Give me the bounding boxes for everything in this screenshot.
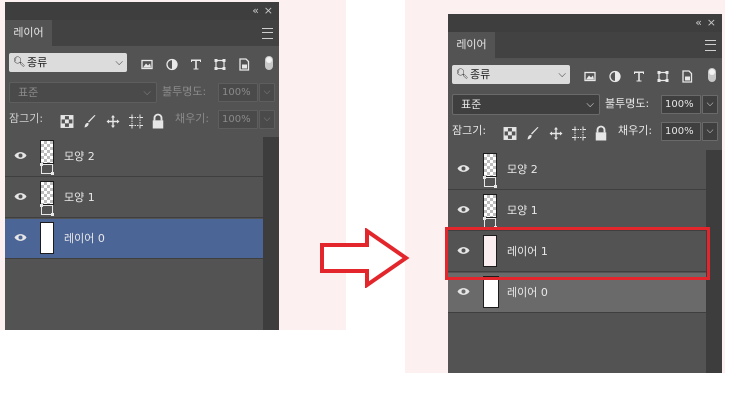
layer-row-shape-2[interactable]: 모양 2 xyxy=(5,137,263,177)
layers-panel-after: « × 레이어 🔍︎ 종류 ⌵ 표준 ⌵ 불투명도: 100% ⌵ 잠그기: 채… xyxy=(448,14,722,373)
type-filter-icon[interactable] xyxy=(632,67,646,86)
lock-move-icon[interactable] xyxy=(106,112,120,131)
shape-vector-badge-icon xyxy=(40,204,54,216)
fill-field[interactable]: 100% xyxy=(218,110,258,129)
chevron-down-icon: ⌵ xyxy=(115,57,123,68)
visibility-eye-icon[interactable] xyxy=(457,164,470,173)
layer-name[interactable]: 모양 1 xyxy=(507,191,538,231)
visibility-eye-icon[interactable] xyxy=(457,205,470,214)
tab-layers[interactable]: 레이어 xyxy=(448,32,495,58)
filter-toggle-icon[interactable] xyxy=(265,56,273,70)
layer-row-shape-2[interactable]: 모양 2 xyxy=(448,150,706,190)
layer-row-shape-1[interactable]: 모양 1 xyxy=(5,178,263,218)
layer-list: 모양 2 모양 1 레이어 0 xyxy=(5,137,263,330)
shape-vector-badge-icon xyxy=(40,163,54,175)
layer-name[interactable]: 모양 1 xyxy=(64,178,95,218)
smartobject-filter-icon[interactable] xyxy=(680,67,694,86)
layer-thumbnail xyxy=(40,181,54,205)
chevron-down-icon: ⌵ xyxy=(143,87,151,98)
fill-dropdown[interactable]: ⌵ xyxy=(259,110,275,129)
filter-type-select[interactable]: 🔍︎ 종류 ⌵ xyxy=(452,65,570,84)
collapse-icon[interactable]: « xyxy=(695,15,702,31)
search-icon: 🔍︎ xyxy=(13,57,26,68)
blend-mode-select[interactable]: 표준 ⌵ xyxy=(9,82,157,103)
collapse-icon[interactable]: « xyxy=(252,3,259,19)
lock-artboard-icon[interactable] xyxy=(129,112,143,131)
panel-menu-icon[interactable] xyxy=(705,40,716,51)
visibility-eye-icon[interactable] xyxy=(14,233,27,242)
type-filter-icon[interactable] xyxy=(189,55,203,74)
fill-label: 채우기: xyxy=(618,124,653,137)
visibility-eye-icon[interactable] xyxy=(457,287,470,296)
blend-mode-label: 표준 xyxy=(18,86,39,99)
image-filter-icon[interactable] xyxy=(140,55,154,74)
shape-vector-badge-icon xyxy=(483,176,497,188)
layer-row-shape-1[interactable]: 모양 1 xyxy=(448,191,706,231)
smartobject-filter-icon[interactable] xyxy=(237,55,251,74)
layers-panel-before: « × 레이어 🔍︎ 종류 ⌵ 표준 ⌵ 불투명도: 100% ⌵ 잠그기: 채… xyxy=(5,2,279,330)
new-layer-highlight-box xyxy=(445,227,710,280)
adjustment-filter-icon[interactable] xyxy=(165,55,179,74)
panel-top-strip: « × xyxy=(5,2,279,20)
tab-bar: 레이어 xyxy=(5,20,279,46)
layer-thumbnail xyxy=(40,222,54,254)
lock-paint-icon[interactable] xyxy=(83,112,97,131)
filter-toggle-icon[interactable] xyxy=(708,68,716,82)
visibility-eye-icon[interactable] xyxy=(14,151,27,160)
chevron-down-icon: ⌵ xyxy=(586,99,594,110)
panel-top-strip: « × xyxy=(448,14,722,32)
close-icon[interactable]: × xyxy=(264,3,273,19)
adjustment-filter-icon[interactable] xyxy=(608,67,622,86)
opacity-dropdown[interactable]: ⌵ xyxy=(259,83,275,102)
chevron-down-icon: ⌵ xyxy=(558,69,566,80)
close-icon[interactable]: × xyxy=(707,15,716,31)
fill-dropdown[interactable]: ⌵ xyxy=(702,122,718,141)
shape-filter-icon[interactable] xyxy=(656,67,670,86)
panel-menu-icon[interactable] xyxy=(262,28,273,39)
opacity-dropdown[interactable]: ⌵ xyxy=(702,95,718,114)
transition-arrow-icon xyxy=(320,228,410,288)
visibility-eye-icon[interactable] xyxy=(14,192,27,201)
filter-type-label: 종류 xyxy=(27,56,48,69)
search-icon: 🔍︎ xyxy=(456,69,469,80)
layer-thumbnail xyxy=(483,276,499,308)
lock-artboard-icon[interactable] xyxy=(572,124,586,143)
opacity-label: 불투명도: xyxy=(605,97,650,110)
lock-move-icon[interactable] xyxy=(549,124,563,143)
filter-type-label: 종류 xyxy=(470,68,491,81)
layer-list-scrollbar[interactable] xyxy=(263,137,279,330)
lock-label: 잠그기: xyxy=(9,112,44,125)
lock-transparent-icon[interactable] xyxy=(503,124,517,143)
layer-name[interactable]: 레이어 0 xyxy=(64,219,105,259)
lock-all-icon[interactable] xyxy=(594,124,608,143)
lock-all-icon[interactable] xyxy=(151,112,165,131)
tab-bar: 레이어 xyxy=(448,32,722,58)
lock-label: 잠그기: xyxy=(452,124,487,137)
fill-label: 채우기: xyxy=(175,112,210,125)
opacity-label: 불투명도: xyxy=(162,85,207,98)
image-filter-icon[interactable] xyxy=(583,67,597,86)
opacity-field[interactable]: 100% xyxy=(661,95,701,114)
lock-transparent-icon[interactable] xyxy=(60,112,74,131)
tab-layers[interactable]: 레이어 xyxy=(5,20,52,46)
fill-field[interactable]: 100% xyxy=(661,122,701,141)
shape-filter-icon[interactable] xyxy=(213,55,227,74)
filter-type-select[interactable]: 🔍︎ 종류 ⌵ xyxy=(9,53,127,72)
layer-row-layer-0[interactable]: 레이어 0 xyxy=(5,219,263,259)
layer-thumbnail xyxy=(483,194,497,218)
layer-name[interactable]: 모양 2 xyxy=(507,150,538,190)
layer-thumbnail xyxy=(483,153,497,177)
blend-mode-select[interactable]: 표준 ⌵ xyxy=(452,94,600,115)
opacity-field[interactable]: 100% xyxy=(218,83,258,102)
layer-thumbnail xyxy=(40,140,54,164)
lock-paint-icon[interactable] xyxy=(526,124,540,143)
layer-name[interactable]: 모양 2 xyxy=(64,137,95,177)
blend-mode-label: 표준 xyxy=(461,98,482,111)
